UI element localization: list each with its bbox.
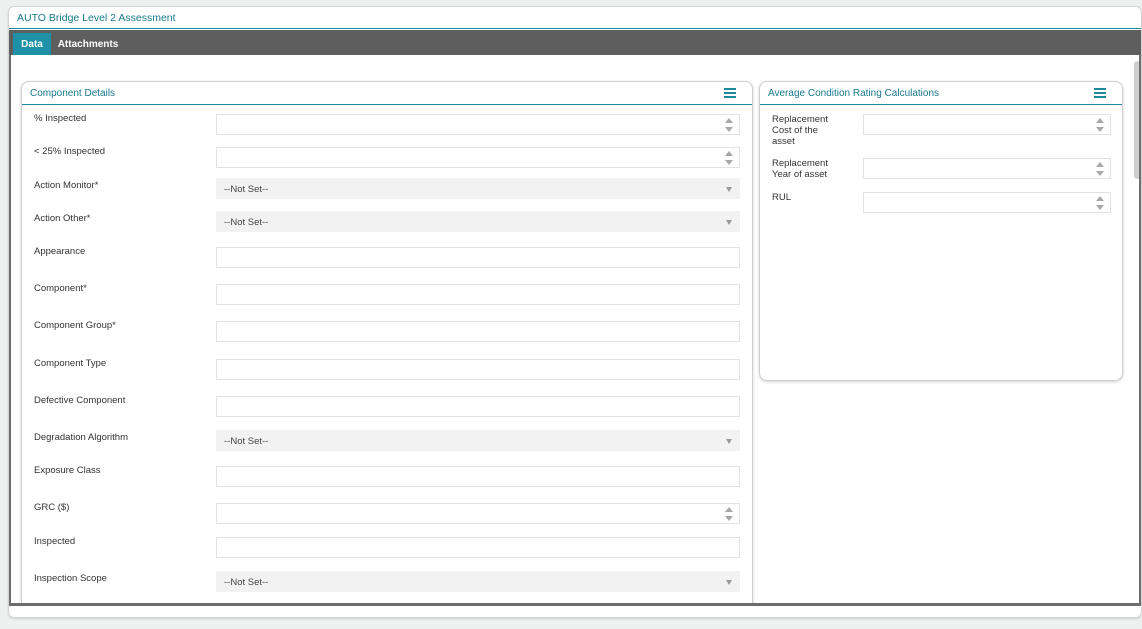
rul-input[interactable]	[863, 192, 1111, 213]
hamburger-menu-icon[interactable]	[1094, 88, 1106, 98]
field-label: Action Monitor*	[34, 180, 99, 191]
action-monitor-select[interactable]: --Not Set--	[216, 178, 740, 199]
field-label: Degradation Algorithm	[34, 432, 128, 443]
chevron-down-icon[interactable]	[726, 439, 732, 444]
inspection-scope-select[interactable]: --Not Set--	[216, 571, 740, 592]
grc-input[interactable]	[216, 503, 740, 524]
average-condition-rating-panel: Average Condition Rating Calculations Re…	[759, 81, 1123, 381]
appearance-input[interactable]	[216, 247, 740, 268]
degradation-algorithm-select[interactable]: --Not Set--	[216, 430, 740, 451]
field-label: Action Other*	[34, 213, 91, 224]
field-value: --Not Set--	[224, 436, 269, 447]
component-input[interactable]	[216, 284, 740, 305]
field-label: GRC ($)	[34, 502, 70, 513]
field-label: Replacement Year of asset	[772, 158, 828, 180]
title-bar: AUTO Bridge Level 2 Assessment	[9, 7, 1141, 29]
spinner-arrows-icon[interactable]	[725, 151, 733, 165]
exposure-class-input[interactable]	[216, 466, 740, 487]
component-details-panel: Component Details % Inspected < 25% Inspe…	[21, 81, 753, 603]
field-label: Replacement Cost of the asset	[772, 114, 828, 147]
spinner-arrows-icon[interactable]	[725, 118, 733, 132]
spinner-arrows-icon[interactable]	[1096, 162, 1104, 176]
inspected-input[interactable]	[216, 114, 740, 135]
tab-attachments[interactable]: Attachments	[57, 33, 119, 55]
field-label: Inspected	[34, 536, 76, 547]
field-label: Exposure Class	[34, 465, 101, 476]
defective-component-input[interactable]	[216, 396, 740, 417]
spinner-arrows-icon[interactable]	[725, 507, 733, 521]
window-title: AUTO Bridge Level 2 Assessment	[17, 12, 176, 24]
assessment-window: AUTO Bridge Level 2 Assessment Data Atta…	[8, 6, 1142, 618]
replacement-year-of-asset-input[interactable]	[863, 158, 1111, 179]
field-label: Inspection Scope	[34, 573, 107, 584]
field-label: RUL	[772, 192, 792, 203]
hamburger-menu-icon[interactable]	[724, 88, 736, 98]
vertical-scrollbar[interactable]	[1133, 61, 1139, 601]
field-value: --Not Set--	[224, 577, 269, 588]
field-label: Component*	[34, 283, 87, 294]
field-label: Component Type	[34, 358, 107, 369]
replacement-cost-of-the-asset-input[interactable]	[863, 114, 1111, 135]
field-value: --Not Set--	[224, 184, 269, 195]
tab-data[interactable]: Data	[13, 33, 51, 55]
component-details-header: Component Details	[22, 82, 752, 105]
field-label: Defective Component	[34, 395, 126, 406]
spinner-arrows-icon[interactable]	[1096, 118, 1104, 132]
scrollbar-thumb[interactable]	[1134, 61, 1139, 179]
chevron-down-icon[interactable]	[726, 220, 732, 225]
component-type-input[interactable]	[216, 359, 740, 380]
inspected-input[interactable]	[216, 537, 740, 558]
field-label: Component Group*	[34, 320, 116, 331]
field-value: --Not Set--	[224, 217, 269, 228]
spinner-arrows-icon[interactable]	[1096, 196, 1104, 210]
data-content-area: Component Details % Inspected < 25% Inspe…	[9, 55, 1141, 606]
tab-bar: Data Attachments	[9, 30, 1141, 55]
field-label: Appearance	[34, 246, 86, 257]
chevron-down-icon[interactable]	[726, 580, 732, 585]
field-label: < 25% Inspected	[34, 146, 106, 157]
chevron-down-icon[interactable]	[726, 187, 732, 192]
action-other-select[interactable]: --Not Set--	[216, 211, 740, 232]
25-inspected-input[interactable]	[216, 147, 740, 168]
average-condition-rating-header: Average Condition Rating Calculations	[760, 82, 1122, 105]
component-details-title: Component Details	[30, 88, 116, 99]
component-group-input[interactable]	[216, 321, 740, 342]
field-label: % Inspected	[34, 113, 87, 124]
average-condition-rating-title: Average Condition Rating Calculations	[768, 88, 940, 99]
